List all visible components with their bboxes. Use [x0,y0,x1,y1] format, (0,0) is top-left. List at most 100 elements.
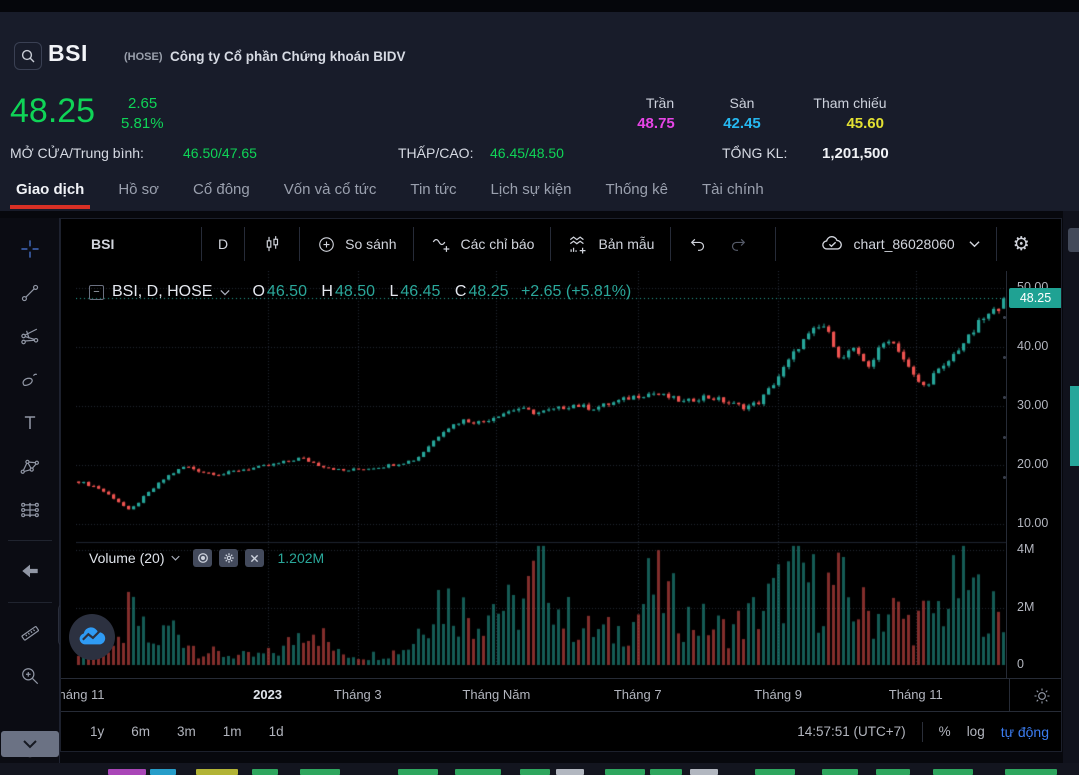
tab-4[interactable]: Vốn và cổ tức [282,167,379,211]
chart-style-button[interactable] [245,227,299,261]
peek-text-fragment [822,769,858,775]
main-series-legend: − BSI, D, HOSE O46.50 H48.50 L46.45 C48.… [89,283,633,301]
chart-toolbar: BSI D So sánh Các chỉ báo Bản mẫu [61,219,1062,269]
ticker-symbol[interactable]: BSI [48,40,88,67]
zoom-in-icon[interactable] [13,663,47,689]
time-axis[interactable]: tháng 112023Tháng 3Tháng NămTháng 7Tháng… [61,678,1062,711]
close-icon [249,553,260,564]
projection-tool-icon[interactable] [13,497,47,523]
text-tool-icon[interactable] [13,410,47,436]
measure-ruler-icon[interactable] [13,620,47,646]
peek-text-fragment [933,769,973,775]
right-panel-gray-fragment[interactable] [1068,228,1079,252]
search-icon [21,49,35,63]
peek-text-fragment [196,769,238,775]
legend-title[interactable]: BSI, D, HOSE [112,283,212,301]
peek-text-fragment [252,769,278,775]
brush-tool-icon[interactable] [13,366,47,392]
time-axis-label: 2023 [253,687,282,702]
axis-corner-divider [1009,679,1010,712]
reference-price: 45.60 [824,115,884,132]
back-arrow-icon[interactable] [13,558,47,584]
volume-scale-tick: 0 [1017,657,1024,671]
eye-icon [197,552,209,564]
price-scale-tick: 30.00 [1017,398,1048,412]
clock[interactable]: 14:57:51 (UTC+7) [797,724,905,739]
chart-provider-logo[interactable] [69,614,115,660]
toolbar-scroll-down-button[interactable] [1,731,59,757]
scale-handle-dot [1003,316,1006,319]
toolbar-divider [8,540,52,541]
tab-7[interactable]: Thống kê [603,167,670,211]
open-average-label: MỞ CỬA/Trung bình: [10,145,144,161]
last-price-badge: 48.25 [1009,288,1062,308]
legend-collapse-icon[interactable]: − [89,285,104,300]
candlestick-chart-canvas[interactable] [76,271,1006,678]
volume-legend-label[interactable]: Volume (20) [89,550,164,566]
compare-button[interactable]: So sánh [300,227,412,261]
ceiling-price: 48.75 [626,115,686,132]
xabcd-pattern-tool-icon[interactable] [13,453,47,479]
quote-header: BSI (HOSE) Công ty Cổ phần Chứng khoán B… [0,12,1079,167]
cloud-chart-logo-icon [77,626,107,648]
redo-button[interactable] [725,227,765,261]
tab-1[interactable]: Giao dịch [14,167,86,211]
tab-2[interactable]: Hồ sơ [116,167,161,211]
bottom-bar-divider [922,722,923,742]
plus-circle-icon [316,234,337,255]
volume-visibility-button[interactable] [193,549,212,567]
scale-handle-dot [1003,476,1006,479]
crosshair-tool-icon[interactable] [13,236,47,262]
legend-ohlc-values: O46.50 H48.50 L46.45 C48.25 +2.65 (+5.81… [252,283,633,301]
compare-label: So sánh [345,236,396,252]
templates-button[interactable]: Bản mẫu [551,227,670,261]
peek-text-fragment [650,769,682,775]
range-button-1y[interactable]: 1y [83,721,111,742]
theme-sun-icon[interactable] [1021,683,1062,709]
trend-line-tool-icon[interactable] [13,279,47,305]
last-price: 48.25 [10,92,95,131]
tab-3[interactable]: Cổ đông [191,167,252,211]
price-scale-tick: 20.00 [1017,457,1048,471]
tab-6[interactable]: Lịch sự kiện [489,167,574,211]
interval-button[interactable]: D [202,227,244,261]
auto-scale-button[interactable]: tự động [1001,724,1049,740]
candlestick-icon [261,233,283,255]
exchange-label: (HOSE) [124,51,163,63]
volume-settings-button[interactable] [219,549,238,567]
peek-text-fragment [605,769,645,775]
undo-button[interactable] [671,227,725,261]
range-button-1d[interactable]: 1d [262,721,291,742]
price-change-percent: 5.81% [121,115,164,132]
gear-icon [223,552,235,564]
price-scale[interactable]: 50.0040.0030.0020.0010.004M2M048.25 [1006,271,1062,678]
range-button-6m[interactable]: 6m [124,721,157,742]
percent-scale-button[interactable]: % [939,724,951,739]
chevron-down-icon[interactable] [220,289,230,296]
time-axis-label: Tháng 9 [754,687,802,702]
chevron-down-icon [969,240,980,248]
chevron-down-icon[interactable] [171,555,180,561]
indicator-wave-icon [430,233,453,256]
peek-text-fragment [108,769,146,775]
gann-fibonacci-tool-icon[interactable] [13,323,47,349]
peek-text-fragment [876,769,910,775]
toolbar-divider [8,602,52,603]
indicators-label: Các chỉ báo [461,236,535,252]
symbol-search-button[interactable] [14,42,42,70]
floor-price: 42.45 [712,115,772,132]
chart-settings-button[interactable]: ⚙ [997,227,1046,261]
saved-chart-button[interactable]: chart_86028060 [804,227,995,261]
chart-card: BSI D So sánh Các chỉ báo Bản mẫu [60,218,1062,752]
cloud-check-icon [820,232,845,257]
chart-symbol-button[interactable]: BSI [61,227,201,261]
tab-5[interactable]: Tin tức [408,167,458,211]
log-scale-button[interactable]: log [967,724,985,739]
indicators-button[interactable]: Các chỉ báo [414,227,551,261]
right-edge-panel [1063,211,1079,775]
range-button-1m[interactable]: 1m [216,721,249,742]
tab-8[interactable]: Tài chính [700,167,766,211]
volume-remove-button[interactable] [245,549,264,567]
range-button-3m[interactable]: 3m [170,721,203,742]
peek-text-fragment [398,769,438,775]
